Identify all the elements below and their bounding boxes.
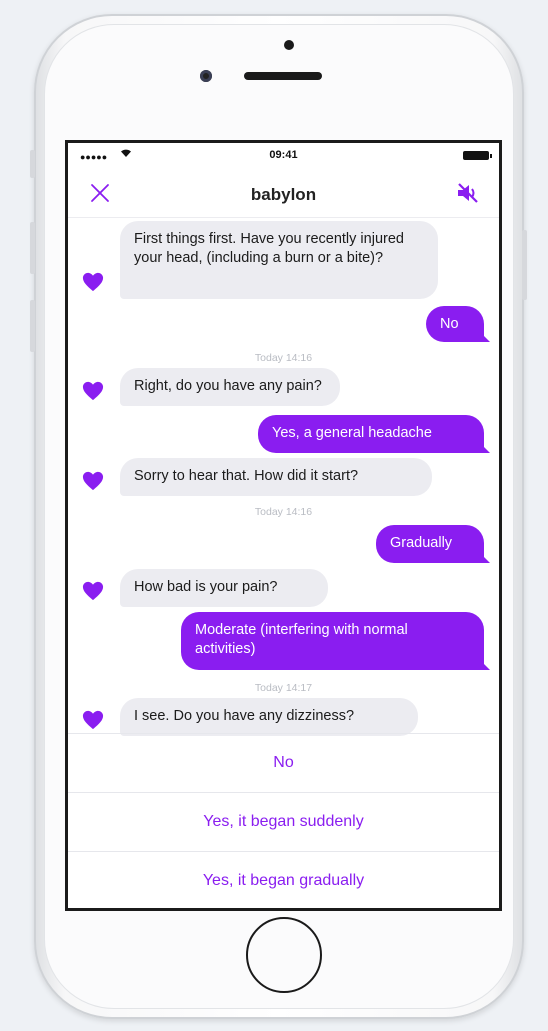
battery-icon bbox=[463, 151, 492, 160]
user-message: No bbox=[426, 306, 490, 342]
babylon-heart-icon bbox=[82, 581, 104, 601]
mute-switch bbox=[30, 150, 35, 178]
earpiece-speaker bbox=[244, 72, 322, 80]
volume-up-button bbox=[30, 222, 35, 274]
phone-screen: ●●●●● 09:41 babylon First things first. … bbox=[65, 140, 502, 911]
option-began-gradually-button[interactable]: Yes, it began gradually bbox=[68, 851, 499, 908]
status-bar: ●●●●● 09:41 bbox=[68, 143, 499, 171]
bot-message: I see. Do you have any dizziness? bbox=[120, 698, 418, 736]
user-message: Moderate (interfering with normal activi… bbox=[181, 612, 490, 670]
front-camera-icon bbox=[200, 70, 212, 82]
app-title: babylon bbox=[250, 185, 317, 204]
chat-thread: First things first. Have you recently in… bbox=[68, 218, 499, 736]
babylon-heart-icon bbox=[82, 471, 104, 491]
user-message: Yes, a general headache bbox=[258, 415, 490, 453]
chat-timestamp: Today 14:16 bbox=[254, 506, 313, 518]
status-time: 09:41 bbox=[269, 149, 298, 161]
babylon-heart-icon bbox=[82, 710, 104, 730]
home-button[interactable] bbox=[246, 917, 322, 993]
volume-down-button bbox=[30, 300, 35, 352]
nav-bar: babylon bbox=[68, 171, 499, 218]
bot-message: Sorry to hear that. How did it start? bbox=[120, 458, 432, 496]
power-button bbox=[522, 230, 527, 300]
bot-message: How bad is your pain? bbox=[120, 569, 328, 607]
speaker-muted-icon[interactable] bbox=[455, 181, 481, 205]
proximity-sensor bbox=[284, 40, 294, 50]
bot-message: Right, do you have any pain? bbox=[120, 368, 340, 406]
babylon-heart-icon bbox=[82, 272, 104, 292]
bot-message: First things first. Have you recently in… bbox=[120, 221, 438, 299]
chat-timestamp: Today 14:17 bbox=[254, 682, 313, 694]
chat-timestamp: Today 14:16 bbox=[254, 352, 313, 364]
user-message: Gradually bbox=[376, 525, 490, 563]
option-began-suddenly-button[interactable]: Yes, it began suddenly bbox=[68, 792, 499, 851]
option-no-button[interactable]: No bbox=[68, 733, 499, 792]
babylon-heart-icon bbox=[82, 381, 104, 401]
